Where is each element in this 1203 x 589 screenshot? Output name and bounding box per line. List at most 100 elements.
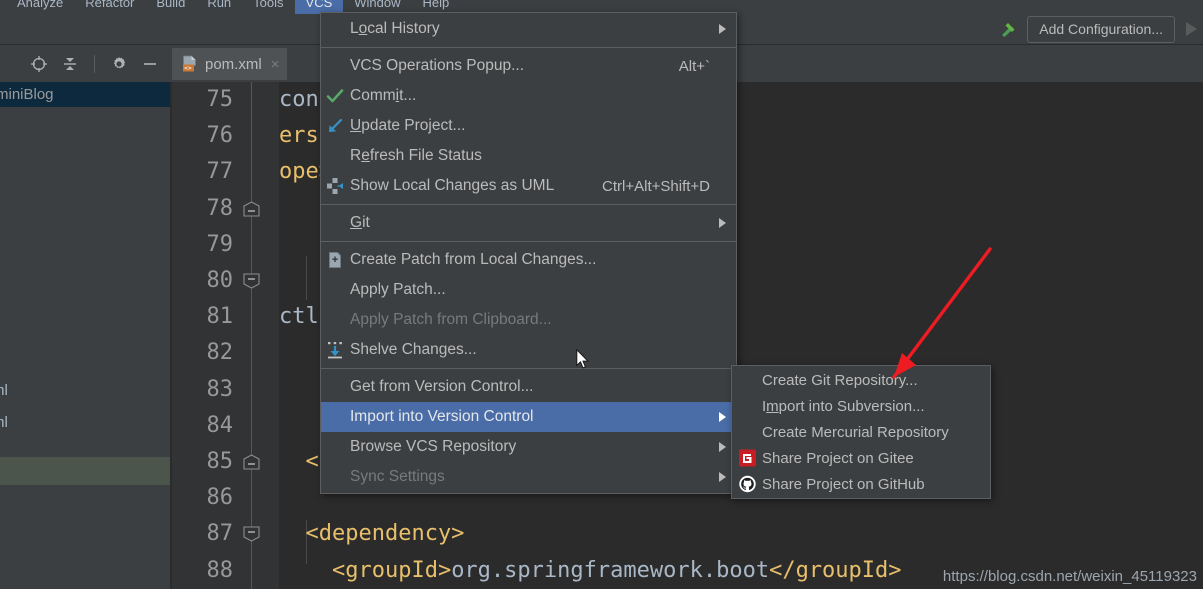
blue-down-left-arrow-icon bbox=[326, 117, 344, 135]
menu-item-show-local-changes-as-uml[interactable]: Show Local Changes as UML Ctrl+Alt+Shift+… bbox=[321, 171, 736, 201]
editor-tab-label: pom.xml bbox=[205, 55, 262, 73]
project-tool-window: miniBlog ml ml bbox=[0, 82, 170, 589]
menubar-item-tools[interactable]: Tools bbox=[242, 0, 294, 14]
chevron-right-icon bbox=[719, 472, 726, 482]
line-number: 78 bbox=[206, 195, 234, 221]
line-number: 79 bbox=[206, 231, 234, 257]
line-number: 86 bbox=[206, 485, 234, 511]
menu-item-label: Show Local Changes as UML bbox=[350, 177, 555, 194]
menubar-item-label: Build bbox=[156, 0, 186, 10]
hide-minus-icon[interactable] bbox=[141, 55, 159, 73]
menu-item-label: Browse VCS Repository bbox=[350, 438, 517, 455]
project-tree-item[interactable]: ml bbox=[0, 412, 8, 433]
menubar-item-run[interactable]: Run bbox=[196, 0, 242, 14]
add-configuration-button[interactable]: Add Configuration... bbox=[1027, 15, 1175, 43]
menu-item-create-patch-from-local-changes[interactable]: Create Patch from Local Changes... bbox=[321, 245, 736, 275]
uml-diagram-icon bbox=[326, 177, 344, 195]
fold-start-icon[interactable] bbox=[243, 200, 260, 217]
menubar-item-build[interactable]: Build bbox=[145, 0, 196, 14]
collapse-all-icon[interactable] bbox=[61, 55, 79, 73]
hammer-icon[interactable] bbox=[998, 19, 1018, 39]
menubar-item-analyze[interactable]: Analyze bbox=[6, 0, 74, 14]
line-number: 80 bbox=[206, 268, 234, 293]
code-token: <groupId> bbox=[279, 557, 452, 583]
chevron-right-icon bbox=[719, 24, 726, 34]
vcs-dropdown-menu[interactable]: Local History VCS Operations Popup... Alt+… bbox=[320, 12, 737, 494]
submenu-item-label: Create Git Repository... bbox=[762, 371, 918, 389]
toolbar-divider bbox=[94, 55, 95, 73]
project-selected-node[interactable]: miniBlog bbox=[0, 82, 170, 107]
svg-text:<>: <> bbox=[184, 64, 192, 72]
submenu-item-import-into-subversion[interactable]: Import into Subversion... bbox=[732, 393, 990, 419]
menu-item-apply-patch[interactable]: Apply Patch... bbox=[321, 275, 736, 305]
fold-guide-line bbox=[251, 82, 252, 589]
editor-gutter[interactable]: 75 76 77 78 79 80 81 82 83 84 85 86 87 88 bbox=[172, 82, 279, 589]
menu-item-label: Local History bbox=[350, 20, 440, 37]
menu-item-label: Apply Patch from Clipboard... bbox=[350, 311, 552, 328]
menu-item-refresh-file-status[interactable]: Refresh File Status bbox=[321, 141, 736, 171]
chevron-right-icon bbox=[719, 412, 726, 422]
menu-item-git[interactable]: Git bbox=[321, 208, 736, 238]
chevron-right-icon bbox=[719, 218, 726, 228]
project-tool-icons bbox=[30, 53, 159, 75]
project-tree-item[interactable]: ml bbox=[0, 380, 8, 401]
menu-item-apply-patch-from-clipboard: Apply Patch from Clipboard... bbox=[321, 305, 736, 335]
code-line: <groupId>org.springframework.boot</group… bbox=[279, 557, 902, 583]
menu-item-update-project[interactable]: Update Project... bbox=[321, 111, 736, 141]
menu-item-commit[interactable]: Commit... bbox=[321, 81, 736, 111]
line-number: 84 bbox=[206, 412, 234, 438]
menu-item-label: Git bbox=[350, 214, 370, 231]
submenu-item-share-project-on-gitee[interactable]: Share Project on Gitee bbox=[732, 445, 990, 471]
menubar-item-label: Help bbox=[422, 0, 450, 10]
import-into-version-control-submenu[interactable]: Create Git Repository... Import into Subv… bbox=[731, 365, 991, 499]
project-node-label: miniBlog bbox=[0, 86, 54, 103]
menubar-item-label: Run bbox=[207, 0, 232, 10]
indent-guide bbox=[306, 256, 307, 300]
menubar-item-label: Window bbox=[354, 0, 401, 10]
menu-item-label: VCS Operations Popup... bbox=[350, 57, 525, 74]
submenu-item-label: Import into Subversion... bbox=[762, 397, 925, 415]
code-token: <dependency> bbox=[279, 521, 465, 547]
line-number: 83 bbox=[206, 376, 234, 402]
menubar-item-refactor[interactable]: Refactor bbox=[74, 0, 145, 14]
locate-icon[interactable] bbox=[30, 55, 48, 73]
line-number: 87 bbox=[206, 521, 234, 547]
fold-end-icon[interactable] bbox=[243, 273, 260, 289]
menu-item-shortcut: Ctrl+Alt+Shift+D bbox=[602, 177, 710, 195]
settings-gear-icon[interactable] bbox=[110, 55, 128, 73]
menu-separator bbox=[321, 241, 736, 242]
green-check-icon bbox=[326, 87, 344, 105]
menu-item-vcs-operations-popup[interactable]: VCS Operations Popup... Alt+` bbox=[321, 51, 736, 81]
shelve-download-icon bbox=[326, 341, 344, 359]
submenu-item-create-git-repository[interactable]: Create Git Repository... bbox=[732, 367, 990, 393]
menu-item-label: Commit... bbox=[350, 87, 417, 104]
menu-item-label: Apply Patch... bbox=[350, 281, 446, 298]
submenu-item-label: Share Project on Gitee bbox=[762, 449, 914, 467]
project-tree-highlighted-row[interactable] bbox=[0, 457, 170, 485]
fold-start-icon[interactable] bbox=[243, 454, 260, 470]
menu-item-import-into-version-control[interactable]: Import into Version Control bbox=[321, 402, 736, 432]
code-token: </groupId> bbox=[769, 557, 902, 583]
menu-item-local-history[interactable]: Local History bbox=[321, 14, 736, 44]
code-token: org.springframework.boot bbox=[451, 557, 770, 583]
menu-item-label: Sync Settings bbox=[350, 468, 445, 485]
menu-item-get-from-version-control[interactable]: Get from Version Control... bbox=[321, 372, 736, 402]
github-icon bbox=[739, 475, 756, 493]
menu-item-browse-vcs-repository[interactable]: Browse VCS Repository bbox=[321, 432, 736, 462]
submenu-item-share-project-on-github[interactable]: Share Project on GitHub bbox=[732, 471, 990, 497]
run-triangle-icon[interactable] bbox=[1186, 22, 1197, 36]
menu-separator bbox=[321, 368, 736, 369]
idea-window: Analyze Refactor Build Run Tools VCS Window Hel… bbox=[0, 0, 1203, 589]
close-icon[interactable]: × bbox=[269, 57, 280, 72]
menu-item-shelve-changes[interactable]: Shelve Changes... bbox=[321, 335, 736, 365]
menu-item-label: Shelve Changes... bbox=[350, 341, 477, 358]
fold-end-icon[interactable] bbox=[243, 526, 260, 543]
menu-item-label: Get from Version Control... bbox=[350, 378, 534, 395]
patch-file-icon bbox=[326, 251, 344, 269]
submenu-item-create-mercurial-repository[interactable]: Create Mercurial Repository bbox=[732, 419, 990, 445]
code-line: <dependency> bbox=[279, 523, 464, 545]
menu-item-shortcut: Alt+` bbox=[678, 57, 710, 75]
xml-file-icon: <> bbox=[181, 55, 198, 73]
menu-item-label: Refresh File Status bbox=[350, 147, 482, 164]
editor-tab-pom-xml[interactable]: <> pom.xml × bbox=[172, 48, 288, 80]
